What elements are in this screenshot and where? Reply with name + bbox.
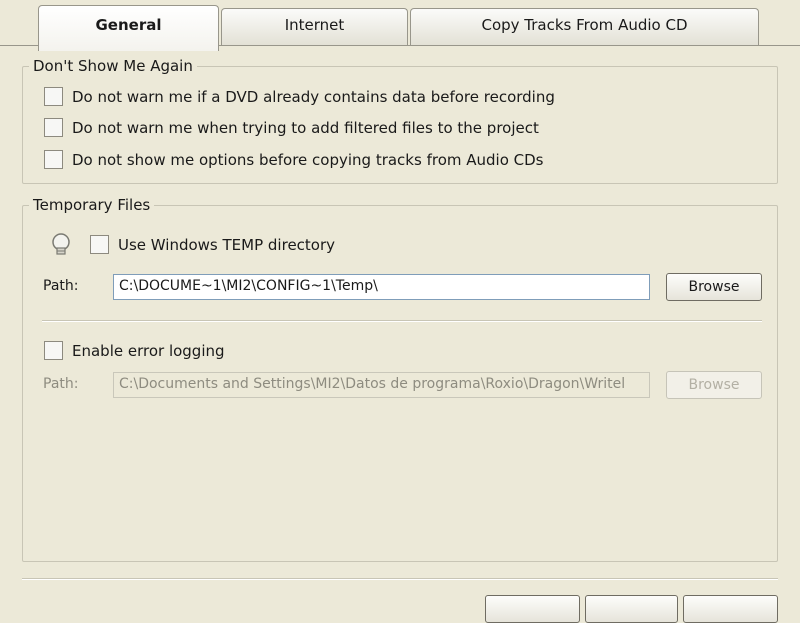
error-logging-option[interactable]: Enable error logging [44,341,225,360]
temporary-files-legend: Temporary Files [29,196,155,214]
filtered-files-checkbox[interactable] [44,118,63,137]
tab-strip: General Internet Copy Tracks From Audio … [0,0,800,51]
bottom-divider [22,578,778,580]
log-path-input[interactable]: C:\Documents and Settings\MI2\Datos de p… [113,372,650,398]
tab-general[interactable]: General [38,5,219,51]
use-windows-temp-label: Use Windows TEMP directory [118,235,336,254]
log-browse-button[interactable]: Browse [666,371,762,399]
dialog-button-1[interactable] [485,595,580,623]
audio-cd-options-option[interactable]: Do not show me options before copying tr… [44,150,544,169]
lightbulb-icon [50,232,72,262]
dvd-warning-label: Do not warn me if a DVD already contains… [72,87,555,106]
use-windows-temp-checkbox[interactable] [90,235,109,254]
divider [42,320,762,322]
temp-path-input[interactable]: C:\DOCUME~1\MI2\CONFIG~1\Temp\ [113,274,650,300]
dvd-warning-option[interactable]: Do not warn me if a DVD already contains… [44,87,555,106]
dialog-button-3[interactable] [683,595,778,623]
tab-copy-tracks-from-audio-cd[interactable]: Copy Tracks From Audio CD [410,8,759,45]
temp-path-label: Path: [43,278,79,294]
general-tab-panel: Don't Show Me Again Do not warn me if a … [0,45,800,623]
filtered-files-option[interactable]: Do not warn me when trying to add filter… [44,118,539,137]
audio-cd-options-checkbox[interactable] [44,150,63,169]
dont-show-me-again-legend: Don't Show Me Again [29,57,197,75]
filtered-files-label: Do not warn me when trying to add filter… [72,118,539,137]
dvd-warning-checkbox[interactable] [44,87,63,106]
use-windows-temp-option[interactable]: Use Windows TEMP directory [90,235,335,254]
tab-internet[interactable]: Internet [221,8,408,45]
log-path-label: Path: [43,376,79,392]
error-logging-checkbox[interactable] [44,341,63,360]
temp-browse-button[interactable]: Browse [666,273,762,301]
error-logging-label: Enable error logging [72,341,225,360]
dialog-button-2[interactable] [585,595,678,623]
audio-cd-options-label: Do not show me options before copying tr… [72,150,544,169]
